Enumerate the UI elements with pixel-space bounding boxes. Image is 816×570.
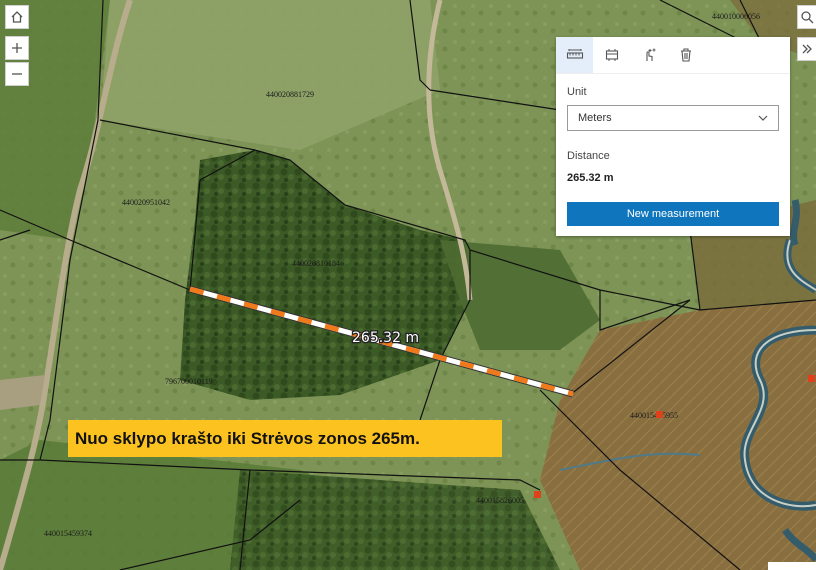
home-icon bbox=[11, 11, 23, 23]
new-measurement-button[interactable]: New measurement bbox=[567, 202, 779, 226]
plus-icon bbox=[12, 43, 22, 53]
parcel-label-8: 440015465955 bbox=[630, 411, 678, 420]
parcel-marker[interactable] bbox=[656, 411, 663, 418]
parcel-marker[interactable] bbox=[808, 375, 815, 382]
distance-tool-button[interactable] bbox=[556, 37, 593, 73]
unit-label: Unit bbox=[567, 86, 587, 98]
parcel-label-4: 796700010119 bbox=[165, 377, 213, 386]
measurement-distance-label: 265.32 m bbox=[352, 330, 419, 346]
area-measure-icon bbox=[605, 49, 618, 61]
distance-measure-icon bbox=[566, 49, 583, 59]
search-button[interactable] bbox=[797, 5, 816, 29]
area-tool-button[interactable] bbox=[593, 37, 630, 73]
expand-button[interactable] bbox=[797, 37, 816, 61]
measurement-panel: Unit Meters Distance 265.32 m New measur… bbox=[556, 37, 790, 236]
zoom-in-button[interactable] bbox=[5, 36, 29, 60]
distance-value: 265.32 m bbox=[567, 172, 614, 184]
parcel-label-6: 440015826005 bbox=[476, 496, 524, 505]
zoom-out-button[interactable] bbox=[5, 62, 29, 86]
add-point-tool-button[interactable] bbox=[630, 37, 667, 73]
parcel-label-3: 440020810184 bbox=[292, 259, 340, 268]
parcel-label-5: 440015459374 bbox=[44, 529, 92, 538]
parcel-label-7: 440010006056 bbox=[712, 12, 760, 21]
chevron-down-icon bbox=[758, 115, 768, 121]
parcel-label-1: 440020881729 bbox=[266, 90, 314, 99]
caption-banner: Nuo sklypo krašto iki Strėvos zonos 265m… bbox=[68, 420, 502, 457]
distance-label: Distance bbox=[567, 150, 610, 162]
double-chevron-right-icon bbox=[802, 44, 812, 54]
parcel-marker[interactable] bbox=[534, 491, 541, 498]
parcel-label-2: 440020951042 bbox=[122, 198, 170, 207]
search-icon bbox=[801, 11, 814, 24]
unit-select[interactable]: Meters bbox=[567, 105, 779, 131]
clear-tool-button[interactable] bbox=[667, 37, 704, 73]
trash-icon bbox=[680, 48, 691, 62]
add-point-icon bbox=[645, 48, 655, 61]
measurement-toolbar bbox=[556, 37, 790, 74]
unit-select-value: Meters bbox=[578, 112, 612, 124]
home-button[interactable] bbox=[5, 5, 29, 29]
minus-icon bbox=[12, 73, 22, 75]
